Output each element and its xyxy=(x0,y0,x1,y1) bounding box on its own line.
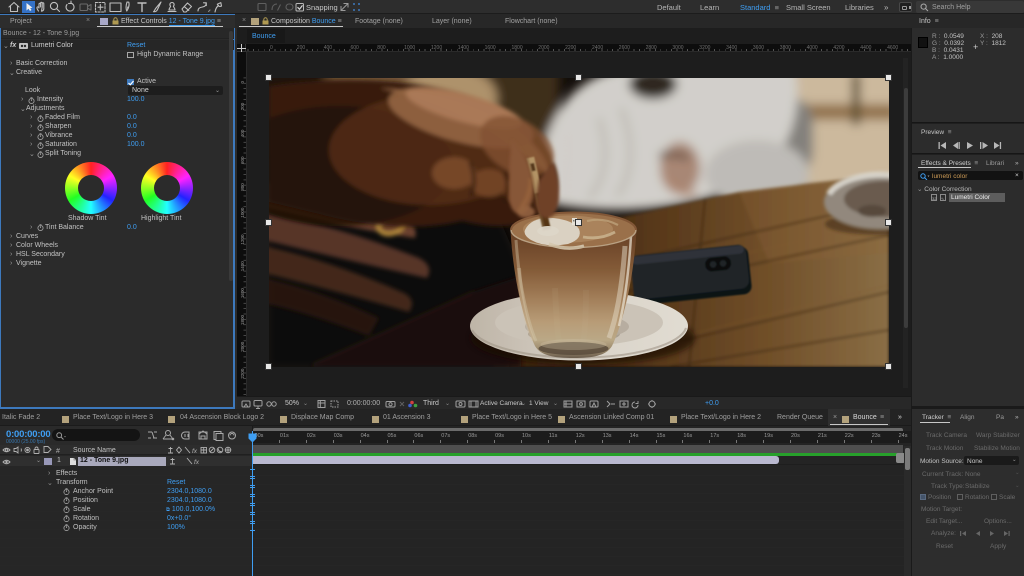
svg-text:fx: fx xyxy=(194,459,200,465)
svg-text:1400: 1400 xyxy=(240,261,245,272)
svg-text:600: 600 xyxy=(240,156,245,164)
svg-text:0: 0 xyxy=(240,81,245,84)
svg-text:800: 800 xyxy=(240,183,245,191)
svg-text:fx: fx xyxy=(192,448,198,454)
svg-text:1000: 1000 xyxy=(240,207,245,218)
svg-text:#: # xyxy=(56,448,60,454)
svg-text:1600: 1600 xyxy=(240,288,245,299)
svg-text:2000: 2000 xyxy=(240,341,245,352)
svg-text:200: 200 xyxy=(240,102,245,110)
svg-text:1800: 1800 xyxy=(240,314,245,325)
svg-text:1200: 1200 xyxy=(240,234,245,245)
svg-text:400: 400 xyxy=(240,129,245,137)
svg-text:Snapping: Snapping xyxy=(306,3,338,12)
svg-text:2200: 2200 xyxy=(240,368,245,379)
